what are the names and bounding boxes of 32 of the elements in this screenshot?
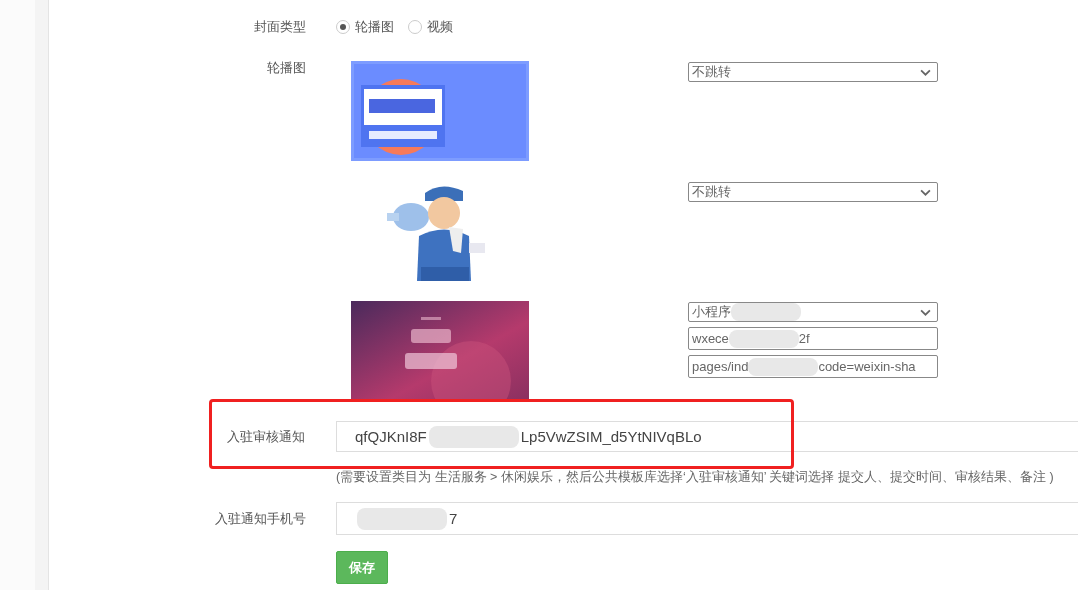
radio-button[interactable] (408, 20, 422, 34)
chevron-down-icon (920, 188, 931, 196)
chevron-down-icon (920, 308, 931, 316)
appid-input[interactable]: wxece 2f (688, 327, 938, 350)
input-value: Lp5VwZSIM_d5YtNIVqBLo (520, 428, 702, 445)
select-value: 不跳转 (692, 183, 731, 201)
redaction-blur (748, 357, 819, 376)
input-value: 2f (798, 331, 810, 346)
input-value: wxece (692, 331, 729, 346)
template-id-input[interactable]: qfQJKnI8F Lp5VwZSIM_d5YtNIVqBLo (336, 421, 1078, 452)
redaction-blur (728, 329, 799, 348)
help-text: (需要设置类目为 生活服务 > 休闲娱乐，然后公共模板库选择‘入驻审核通知’ 关键词选择 提交人、提交时间、审核结果、备注 ) (336, 469, 1054, 485)
redaction-blur (731, 303, 801, 321)
jump-select[interactable]: 不跳转 (688, 62, 938, 82)
radio-button[interactable] (336, 20, 350, 34)
input-value: code=weixin-sha (818, 359, 916, 374)
jump-select[interactable]: 小程序 (688, 302, 938, 322)
input-value: pages/ind (692, 359, 749, 374)
select-value: 不跳转 (692, 63, 731, 81)
jump-select[interactable]: 不跳转 (688, 182, 938, 202)
path-input[interactable]: pages/ind code=weixin-sha (688, 355, 938, 378)
input-value: qfQJKnI8F (355, 428, 427, 445)
radio-label[interactable]: 视频 (427, 18, 453, 36)
field-label: 入驻通知手机号 (214, 510, 306, 528)
select-value: 小程序 (692, 303, 731, 321)
input-value: 7 (449, 510, 458, 527)
phone-input[interactable]: 7 (336, 502, 1078, 535)
field-label: 入驻审核通知 (226, 428, 306, 446)
chevron-down-icon (920, 68, 931, 76)
radio-label[interactable]: 轮播图 (355, 18, 394, 36)
field-label: 轮播图 (266, 59, 306, 77)
field-label: 封面类型 (253, 18, 306, 36)
